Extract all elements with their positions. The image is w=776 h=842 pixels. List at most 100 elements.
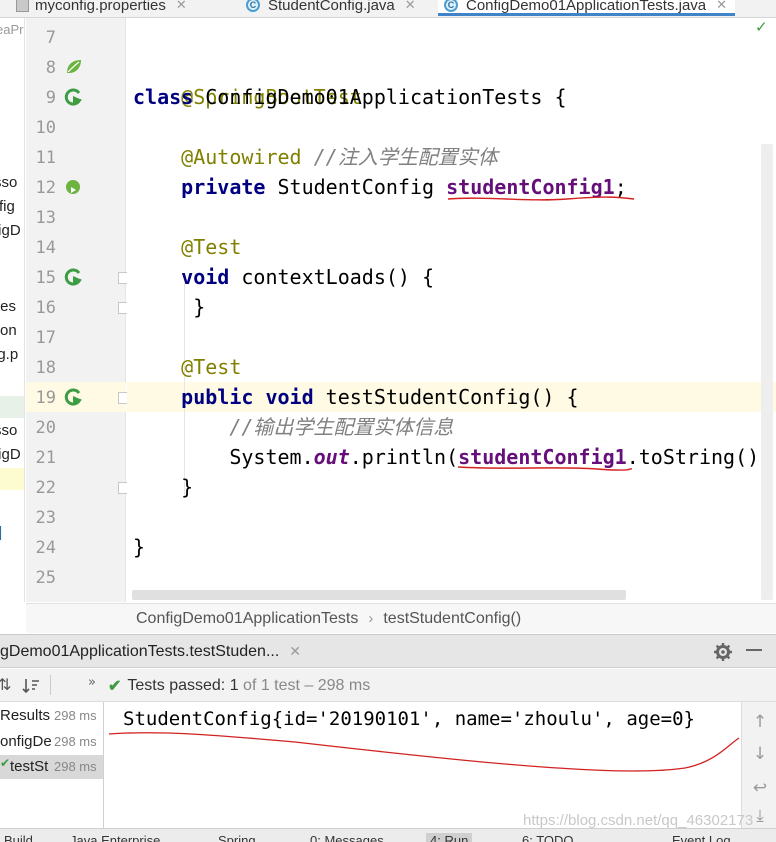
run-tool-window-header: gDemo01ApplicationTests.testStuden... ✕	[0, 634, 776, 668]
brace-token: }	[133, 535, 146, 559]
tool-spring[interactable]: Spring	[218, 833, 256, 842]
minimize-icon[interactable]	[746, 649, 762, 651]
line-number: 7	[45, 28, 56, 48]
line-number: 11	[35, 148, 56, 168]
keyword-token: void	[181, 265, 230, 289]
line-number: 15	[35, 268, 56, 288]
tree-row-time: 298 ms	[54, 759, 97, 774]
spring-bean-icon[interactable]	[64, 57, 84, 77]
line-number: 18	[35, 358, 56, 378]
java-class-icon: C	[444, 0, 458, 12]
project-item[interactable]: figD	[0, 222, 21, 239]
close-icon[interactable]: ✕	[176, 0, 187, 13]
line-number: 25	[35, 568, 56, 588]
type-token: StudentConfig	[277, 175, 435, 199]
arrow-down-icon[interactable]: ↓	[750, 744, 770, 764]
run-config-tab[interactable]: gDemo01ApplicationTests.testStuden... ✕	[0, 635, 301, 668]
watermark: https://blog.csdn.net/qq_46302173	[523, 812, 754, 829]
project-item[interactable]: ction	[0, 322, 17, 339]
red-underline-mark	[447, 196, 635, 201]
line-number: 16	[35, 298, 56, 318]
code-line-21: System.out.println(studentConfig1.toStri…	[133, 442, 771, 472]
line-number: 13	[35, 208, 56, 228]
tool-window-bar: Build Java Enterprise Spring 0: Messages…	[0, 828, 776, 842]
method-call-token: .toString())	[626, 445, 772, 469]
code-line-11: @Autowired //注入学生配置实体	[133, 142, 498, 172]
vertical-scrollbar[interactable]	[761, 144, 773, 600]
project-item[interactable]: fig	[0, 198, 15, 215]
inspection-ok-icon[interactable]: ✓	[755, 18, 768, 36]
tool-build[interactable]: Build	[4, 833, 33, 842]
horizontal-scrollbar[interactable]	[132, 590, 626, 600]
status-count: 1	[229, 676, 239, 694]
static-field-token: out	[313, 445, 350, 469]
close-icon[interactable]: ✕	[289, 643, 301, 660]
project-item[interactable]: ig.p	[0, 346, 18, 363]
tool-messages[interactable]: 0: Messages	[310, 833, 384, 842]
project-item[interactable]: sso	[0, 422, 17, 439]
method-token[interactable]: testStudentConfig() {	[326, 385, 579, 409]
close-icon[interactable]: ✕	[716, 0, 727, 13]
class-name-token: ConfigDemo01ApplicationTests {	[205, 85, 567, 109]
line-number: 12	[35, 178, 56, 198]
tree-row-results[interactable]: Results 298 ms	[0, 704, 103, 728]
gear-icon[interactable]	[714, 643, 732, 661]
tab-studentconfig-java[interactable]: C StudentConfig.java ✕	[246, 0, 416, 16]
tree-row-method[interactable]: ✔ testSt 298 ms	[0, 755, 103, 779]
arrow-up-icon[interactable]: ↑	[750, 712, 770, 732]
tree-row-class[interactable]: onfigDe 298 ms	[0, 730, 103, 754]
code-line-22: }	[133, 472, 193, 502]
run-test-icon[interactable]	[64, 267, 84, 287]
project-marker: |	[0, 524, 2, 541]
code-line-18: @Test	[133, 352, 241, 382]
expand-more-icon[interactable]: »	[88, 675, 96, 690]
autowired-bean-icon[interactable]	[64, 177, 84, 197]
status-prefix: Tests passed:	[127, 676, 226, 694]
annotation-token: @Test	[181, 235, 242, 259]
method-token[interactable]: contextLoads() {	[241, 265, 434, 289]
comment-token: //输出学生配置实体信息	[229, 415, 454, 439]
class-token: System.	[229, 445, 314, 469]
code-line-20: //输出学生配置实体信息	[133, 412, 453, 442]
check-icon: ✔	[108, 677, 122, 695]
project-item[interactable]: eaPr	[0, 22, 23, 37]
close-icon[interactable]: ✕	[405, 0, 416, 13]
tool-java-enterprise[interactable]: Java Enterprise	[70, 833, 160, 842]
tab-myconfig-properties[interactable]: myconfig.properties ✕	[16, 0, 187, 16]
console-side-toolbar: ↑ ↓ ↩ ⤓	[741, 702, 776, 828]
sort-icon[interactable]: ⇅	[0, 675, 11, 694]
tab-configdemo01applicationtests-java[interactable]: C ConfigDemo01ApplicationTests.java ✕	[438, 0, 736, 16]
project-item[interactable]: figD	[0, 446, 21, 463]
code-line-15: void contextLoads() {	[133, 262, 434, 292]
code-line-9: class ConfigDemo01ApplicationTests {	[133, 82, 567, 112]
keyword-token: public void	[181, 385, 314, 409]
tree-row-time: 298 ms	[54, 734, 97, 749]
tree-row-time: 298 ms	[54, 708, 97, 723]
breadcrumb: ConfigDemo01ApplicationTests › testStude…	[26, 603, 776, 633]
run-test-icon[interactable]	[64, 387, 84, 407]
run-config-tab-label: gDemo01ApplicationTests.testStuden...	[0, 642, 280, 660]
keyword-token: private	[181, 175, 266, 199]
code-editor[interactable]: @SpringBootTest class ConfigDemo01Applic…	[127, 18, 776, 602]
breadcrumb-class[interactable]: ConfigDemo01ApplicationTests	[136, 610, 358, 628]
tool-todo[interactable]: 6: TODO	[522, 833, 574, 842]
run-test-icon[interactable]	[64, 87, 84, 107]
code-line-19: public void testStudentConfig() {	[133, 382, 579, 412]
console-output[interactable]: StudentConfig{id='20190101', name='zhoul…	[105, 702, 741, 828]
tab-label: ConfigDemo01ApplicationTests.java	[466, 0, 707, 14]
check-icon: ✔	[0, 756, 11, 770]
tool-run[interactable]: 4: Run	[426, 833, 473, 842]
project-item[interactable]: sso	[0, 174, 17, 191]
soft-wrap-icon[interactable]: ↩	[750, 778, 770, 798]
line-number: 8	[45, 58, 56, 78]
breadcrumb-method[interactable]: testStudentConfig()	[383, 610, 521, 628]
line-number: 22	[35, 478, 56, 498]
code-line-24: }	[133, 532, 145, 562]
line-number: 10	[35, 118, 56, 138]
tool-event-log[interactable]: Event Log	[672, 833, 731, 842]
editor-tab-bar: myconfig.properties ✕ C StudentConfig.ja…	[0, 0, 776, 18]
comment-token: //注入学生配置实体	[313, 145, 498, 169]
brace-token: }	[181, 475, 194, 499]
project-item[interactable]: tes	[0, 298, 16, 315]
sort-by-duration-icon[interactable]	[22, 677, 40, 695]
